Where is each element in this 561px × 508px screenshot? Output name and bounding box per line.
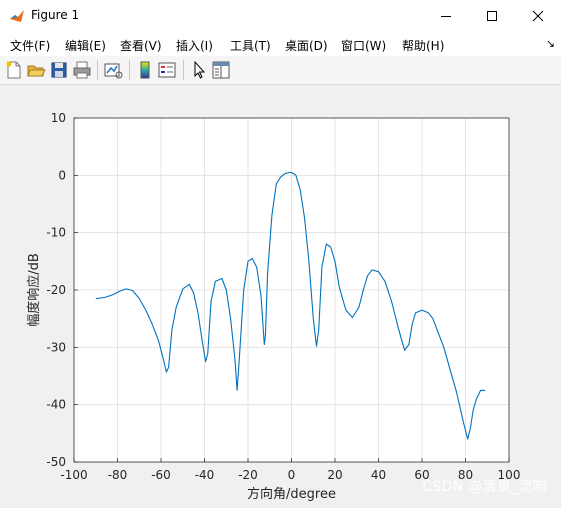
watermark-text: CSDN @清泉_流响 <box>422 479 547 495</box>
minimize-icon <box>441 16 451 17</box>
toolbar-separator <box>97 60 98 80</box>
line-chart[interactable]: -100 -80 -60 -40 -20 0 20 40 60 80 100100-10-20-30… <box>0 85 561 504</box>
menu-help[interactable]: 帮助(H) <box>402 37 444 54</box>
x-tick-label: 40 <box>371 468 386 482</box>
x-tick-label: 0 <box>288 468 296 482</box>
property-inspector-icon[interactable] <box>211 60 231 80</box>
x-tick-label: -20 <box>238 468 258 482</box>
toolbar-separator <box>183 60 184 80</box>
x-tick-label: -40 <box>195 468 215 482</box>
menu-view[interactable]: 查看(V) <box>120 37 162 54</box>
x-tick-label: -80 <box>108 468 128 482</box>
y-tick-label: -10 <box>46 226 66 240</box>
minimize-button[interactable] <box>423 0 469 32</box>
dock-arrow-icon[interactable]: ↘ <box>546 37 555 50</box>
insert-legend-icon[interactable] <box>157 60 177 80</box>
close-button[interactable] <box>515 0 561 32</box>
open-file-icon[interactable] <box>26 60 46 80</box>
y-axis-label: 幅度响应/dB <box>26 253 42 327</box>
menu-tools[interactable]: 工具(T) <box>230 37 271 54</box>
menu-bar: 文件(F) 编辑(E) 查看(V) 插入(I) 工具(T) 桌面(D) 窗口(W… <box>0 32 561 56</box>
print-icon[interactable] <box>72 60 92 80</box>
menu-desktop[interactable]: 桌面(D) <box>285 37 328 54</box>
save-icon[interactable] <box>49 60 69 80</box>
y-tick-label: 10 <box>51 111 66 125</box>
insert-colorbar-icon[interactable] <box>135 60 155 80</box>
maximize-button[interactable] <box>469 0 515 32</box>
close-icon <box>532 10 544 22</box>
toolbar-separator <box>129 60 130 80</box>
x-tick-label: -100 <box>60 468 87 482</box>
y-tick-label: -20 <box>46 283 66 297</box>
menu-edit[interactable]: 编辑(E) <box>65 37 106 54</box>
new-figure-icon[interactable] <box>4 60 24 80</box>
edit-plot-icon[interactable] <box>189 60 209 80</box>
menu-window[interactable]: 窗口(W) <box>341 37 386 54</box>
y-tick-label: -50 <box>46 455 66 469</box>
toolbar <box>0 56 561 85</box>
x-tick-label: 20 <box>327 468 342 482</box>
figure-canvas: -100 -80 -60 -40 -20 0 20 40 60 80 100 10 0 -10 -20 -30… <box>0 85 561 504</box>
menu-insert[interactable]: 插入(I) <box>176 37 213 54</box>
menu-file[interactable]: 文件(F) <box>10 37 50 54</box>
maximize-icon <box>487 11 497 21</box>
title-bar: Figure 1 <box>0 0 561 32</box>
matlab-icon <box>10 10 24 22</box>
window-title: Figure 1 <box>31 8 80 22</box>
y-tick-label: -40 <box>46 398 66 412</box>
y-tick-label: -30 <box>46 340 66 354</box>
x-axis-label: 方向角/degree <box>247 486 336 502</box>
link-plot-icon[interactable] <box>103 60 123 80</box>
x-tick-label: -60 <box>151 468 171 482</box>
y-tick-label: 0 <box>58 168 66 182</box>
